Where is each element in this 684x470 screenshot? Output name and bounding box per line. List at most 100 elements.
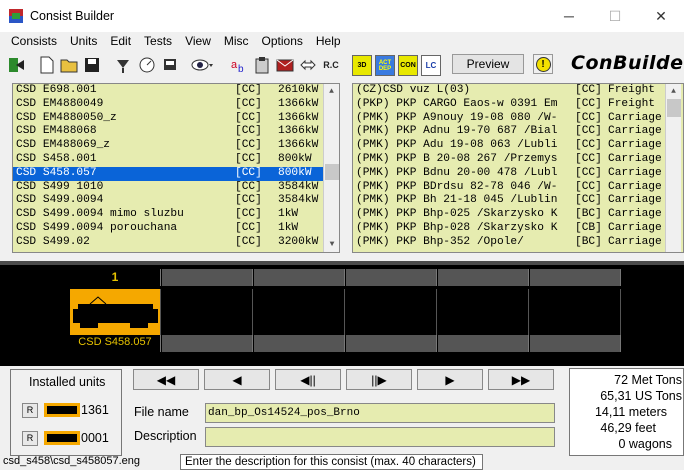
- menu-view[interactable]: View: [178, 34, 217, 48]
- list-item[interactable]: CSD S499.0094 porouchana [CC] 1kW: [13, 222, 339, 236]
- list-item[interactable]: (PMK) PKP Bdnu 20-00 478 /Lubl [CC] Carria…: [353, 167, 683, 181]
- list-item-type: [CB]: [575, 221, 602, 234]
- list-item[interactable]: CSD EM488068 [CC] 1366kW: [13, 125, 339, 139]
- scroll-thumb[interactable]: [667, 99, 681, 117]
- new-file-icon[interactable]: [37, 55, 57, 75]
- list-item-type: [CC]: [235, 97, 262, 110]
- lc-button[interactable]: LC: [421, 55, 441, 76]
- scroll-thumb[interactable]: [325, 164, 339, 180]
- engine-list[interactable]: CSD E698.001 [CC] 2610kW CSD EM4880049 [CC] 1…: [12, 83, 340, 253]
- nav-next-page-button[interactable]: ||▶: [346, 369, 412, 390]
- scroll-up-icon[interactable]: ▲: [666, 84, 681, 99]
- train-icon[interactable]: [160, 55, 180, 75]
- list-item[interactable]: CSD S458.001 [CC] 800kW: [13, 153, 339, 167]
- list-item[interactable]: CSD EM4880049 [CC] 1366kW: [13, 98, 339, 112]
- list-item-kind: Carriage: [608, 139, 662, 152]
- list-item-name: (PMK) PKP Bhp-352 /Opole/: [356, 235, 524, 248]
- menu-edit[interactable]: Edit: [103, 34, 137, 48]
- reverse-wagon-button[interactable]: R: [22, 431, 38, 446]
- wagon-list-scrollbar[interactable]: ▲: [665, 84, 681, 252]
- menu-units[interactable]: Units: [63, 34, 103, 48]
- list-item[interactable]: CSD S458.057 [CC] 800kW: [13, 166, 339, 181]
- list-item-name: (PMK) PKP Bh 21-18 045 /Lublin: [356, 194, 558, 207]
- empty-slot[interactable]: [530, 269, 621, 366]
- exit-icon[interactable]: [6, 55, 26, 75]
- con-button[interactable]: CON: [398, 55, 418, 76]
- nav-first-button[interactable]: ◀◀: [133, 369, 199, 390]
- list-item-type: [CC]: [575, 97, 602, 110]
- eye-icon[interactable]: [190, 55, 214, 75]
- list-item[interactable]: (PKP) PKP CARGO Eaos-w 0391 Em [CC] Freigh…: [353, 98, 683, 112]
- empty-slot[interactable]: [254, 269, 345, 366]
- unit-tool-icon[interactable]: [113, 55, 133, 75]
- act-dep-button[interactable]: ACT DEP: [375, 55, 395, 76]
- empty-slot[interactable]: [346, 269, 437, 366]
- empty-slot[interactable]: [438, 269, 529, 366]
- list-item[interactable]: CSD EM488069_z [CC] 1366kW: [13, 139, 339, 153]
- nav-last-button[interactable]: ▶▶: [488, 369, 554, 390]
- engine-list-scrollbar[interactable]: ▲ ▼: [323, 84, 339, 252]
- menu-help[interactable]: Help: [309, 34, 347, 48]
- list-item-type: [CC]: [575, 180, 602, 193]
- recolor-icon[interactable]: ab: [229, 55, 249, 75]
- rc-button[interactable]: R.C: [320, 55, 342, 75]
- open-folder-icon[interactable]: [59, 55, 79, 75]
- list-item[interactable]: (CZ)CSD vuz L(03) [CC] Freight: [353, 84, 683, 98]
- list-item[interactable]: CSD EM4880050_z [CC] 1366kW: [13, 112, 339, 126]
- list-item[interactable]: (PMK) PKP Bhp-352 /Opole/ [BC] Carriage: [353, 236, 683, 250]
- list-item-power: 1kW: [278, 208, 299, 221]
- nav-prev-page-button[interactable]: ◀||: [275, 369, 341, 390]
- preview-button[interactable]: Preview: [452, 54, 524, 74]
- description-field[interactable]: [205, 427, 555, 447]
- clipboard-icon[interactable]: [252, 55, 272, 75]
- list-item-kind: Carriage: [608, 180, 662, 193]
- svg-text:b: b: [238, 64, 244, 74]
- consist-strip[interactable]: 1 CSD S458.057: [0, 261, 684, 366]
- list-item[interactable]: (PMK) PKP Adu 19-08 063 /Lubli [CC] Carria…: [353, 139, 683, 153]
- list-item[interactable]: (PMK) PKP Bhp-025 /Skarzysko K [BC] Carria…: [353, 208, 683, 222]
- 3d-button[interactable]: 3D: [352, 55, 372, 76]
- scroll-up-icon[interactable]: ▲: [324, 84, 339, 99]
- list-item-name: CSD S499.0094 porouchana: [16, 221, 178, 234]
- gauge-icon[interactable]: [137, 55, 157, 75]
- file-name-field[interactable]: dan_bp_Os14524_pos_Brno: [205, 403, 555, 423]
- menu-options[interactable]: Options: [255, 34, 309, 48]
- list-item[interactable]: (PMK) PKP Bhp-028 /Skarzysko K [CB] Carria…: [353, 222, 683, 236]
- minimize-button[interactable]: ─: [546, 0, 592, 32]
- length-feet: 46,29 feet: [600, 421, 656, 435]
- list-item-type: [BC]: [575, 235, 602, 248]
- list-item[interactable]: CSD E698.001 [CC] 2610kW: [13, 84, 339, 98]
- list-item[interactable]: CSD S499.02 [CC] 3200kW: [13, 236, 339, 250]
- mail-icon[interactable]: [275, 55, 295, 75]
- consist-slot[interactable]: 1 CSD S458.057: [70, 269, 161, 366]
- list-item-power: 3584kW: [278, 194, 319, 207]
- list-item-type: [CC]: [235, 139, 262, 152]
- list-item[interactable]: (PMK) PKP Bh 21-18 045 /Lublin [CC] Carria…: [353, 194, 683, 208]
- nav-next-button[interactable]: ▶: [417, 369, 483, 390]
- swap-icon[interactable]: [298, 55, 318, 75]
- list-item[interactable]: CSD S499.0094 mimo sluzbu [CC] 1kW: [13, 208, 339, 222]
- wagon-list[interactable]: (CZ)CSD vuz L(03) [CC] Freight (PKP) PKP CA…: [352, 83, 684, 253]
- list-item[interactable]: (PMK) PKP BDrdsu 82-78 046 /W- [CC] Carria…: [353, 181, 683, 195]
- list-item[interactable]: (PMK) PKP B 20-08 267 /Przemys [CC] Carria…: [353, 153, 683, 167]
- save-icon[interactable]: [82, 55, 102, 75]
- close-button[interactable]: ✕: [638, 0, 684, 32]
- scroll-down-icon[interactable]: ▼: [324, 237, 339, 252]
- list-item[interactable]: (PMK) PKP Adnu 19-70 687 /Bial [CC] Carria…: [353, 125, 683, 139]
- menu-consists[interactable]: Consists: [0, 34, 63, 48]
- warning-button[interactable]: !: [533, 54, 553, 74]
- description-tooltip: Enter the description for this consist (…: [180, 454, 483, 470]
- list-item-name: CSD S458.057: [16, 166, 97, 179]
- reverse-loco-button[interactable]: R: [22, 403, 38, 418]
- menu-tests[interactable]: Tests: [137, 34, 178, 48]
- maximize-button[interactable]: ☐: [592, 0, 638, 32]
- list-item[interactable]: CSD S499.0094 [CC] 3584kW: [13, 194, 339, 208]
- list-item[interactable]: (PMK) PKP A9nouy 19-08 080 /W- [CC] Carria…: [353, 112, 683, 126]
- nav-prev-button[interactable]: ◀: [204, 369, 270, 390]
- menu-misc[interactable]: Misc: [217, 34, 255, 48]
- list-item-name: CSD EM488069_z: [16, 139, 110, 152]
- unit-image[interactable]: [70, 289, 161, 335]
- list-item[interactable]: CSD S499 1010 [CC] 3584kW: [13, 181, 339, 195]
- empty-slot[interactable]: [162, 269, 253, 366]
- list-item-kind: Carriage: [608, 208, 662, 221]
